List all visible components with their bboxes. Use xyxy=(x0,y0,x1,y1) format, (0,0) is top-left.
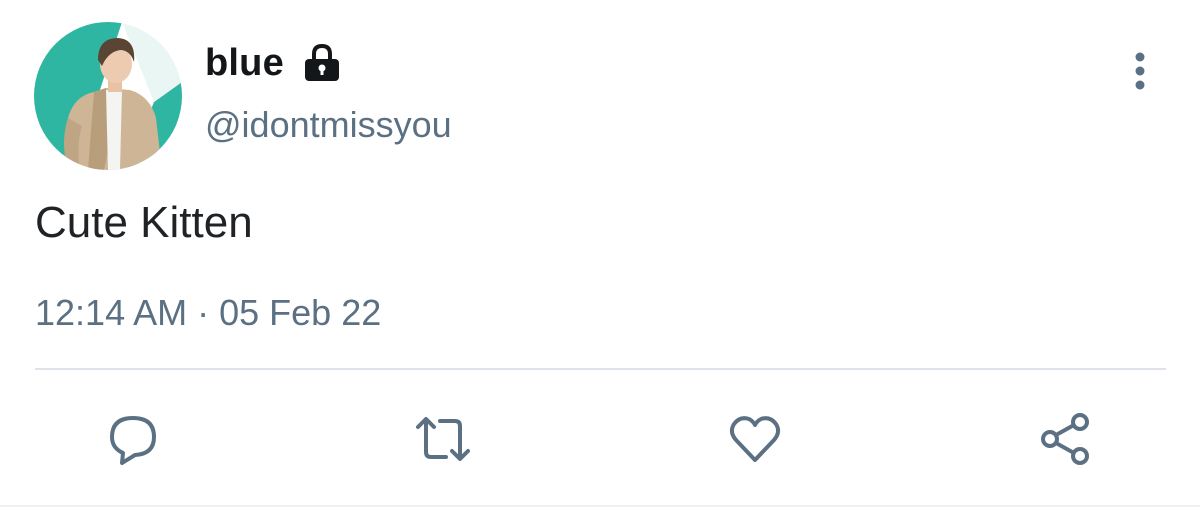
avatar[interactable] xyxy=(34,22,182,170)
reply-button[interactable] xyxy=(102,408,164,470)
tweet-text: Cute Kitten xyxy=(35,198,253,247)
user-handle[interactable]: @idontmissyou xyxy=(205,104,452,146)
more-options-button[interactable] xyxy=(1120,50,1160,92)
display-name[interactable]: blue xyxy=(205,42,284,85)
share-nodes-icon xyxy=(1041,413,1089,465)
user-name-row: blue xyxy=(205,38,342,88)
timestamp-separator: · xyxy=(197,292,210,333)
lock-icon xyxy=(302,43,342,83)
divider xyxy=(35,368,1166,370)
chat-bubble-icon xyxy=(110,416,156,465)
retweet-arrows-icon xyxy=(416,417,470,461)
retweet-button[interactable] xyxy=(412,408,474,470)
tweet-card: blue @idontmissyou Cute Kitten 12:14 AM … xyxy=(0,0,1200,524)
bottom-divider xyxy=(0,505,1200,507)
tweet-date: 05 Feb 22 xyxy=(219,292,382,333)
like-button[interactable] xyxy=(724,408,786,470)
share-button[interactable] xyxy=(1034,408,1096,470)
more-vertical-icon xyxy=(1135,52,1145,90)
heart-outline-icon xyxy=(729,416,781,462)
tweet-time: 12:14 AM xyxy=(35,292,188,333)
tweet-timestamp[interactable]: 12:14 AM · 05 Feb 22 xyxy=(35,292,381,334)
